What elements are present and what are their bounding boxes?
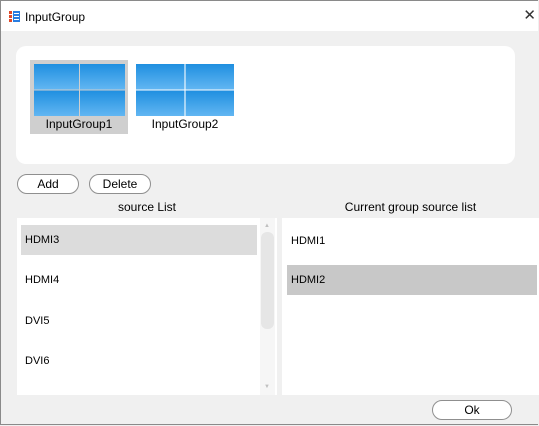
title-bar: InputGroup ✕	[1, 1, 538, 31]
scrollbar-thumb[interactable]	[261, 232, 274, 329]
video-wall-icon	[136, 64, 234, 116]
input-group-label: InputGroup2	[151, 117, 219, 131]
list-item[interactable]: HDMI2	[287, 265, 537, 295]
list-item[interactable]: DVI5	[21, 306, 257, 336]
input-group-window: InputGroup ✕ InputGroup1 InputGroup2 Add…	[0, 0, 539, 425]
list-item[interactable]: DVI6	[21, 346, 257, 376]
source-list-scrollbar[interactable]: ▲ ▼	[260, 218, 275, 395]
close-icon[interactable]: ✕	[523, 7, 536, 23]
list-item[interactable]: HDMI4	[21, 265, 257, 295]
current-group-list-header: Current group source list	[344, 200, 477, 214]
input-group-item-2[interactable]: InputGroup2	[132, 60, 234, 134]
current-group-source-list[interactable]: HDMI1 HDMI2	[282, 218, 539, 395]
app-icon	[9, 11, 20, 22]
ok-button[interactable]: Ok	[432, 400, 512, 420]
source-list-header: source List	[117, 200, 177, 214]
scroll-down-arrow-icon[interactable]: ▼	[264, 384, 270, 390]
source-list[interactable]: HDMI3 HDMI4 DVI5 DVI6 ▲ ▼	[17, 218, 277, 395]
video-wall-icon	[34, 64, 125, 116]
scroll-up-arrow-icon[interactable]: ▲	[264, 223, 270, 229]
add-button[interactable]: Add	[17, 174, 79, 194]
input-group-item-1[interactable]: InputGroup1	[30, 60, 128, 134]
delete-button[interactable]: Delete	[89, 174, 151, 194]
list-item[interactable]: HDMI3	[21, 225, 257, 255]
input-group-panel: InputGroup1 InputGroup2	[16, 46, 515, 164]
window-title: InputGroup	[25, 10, 86, 24]
input-group-label: InputGroup1	[45, 117, 113, 131]
list-item[interactable]: HDMI1	[287, 226, 537, 256]
